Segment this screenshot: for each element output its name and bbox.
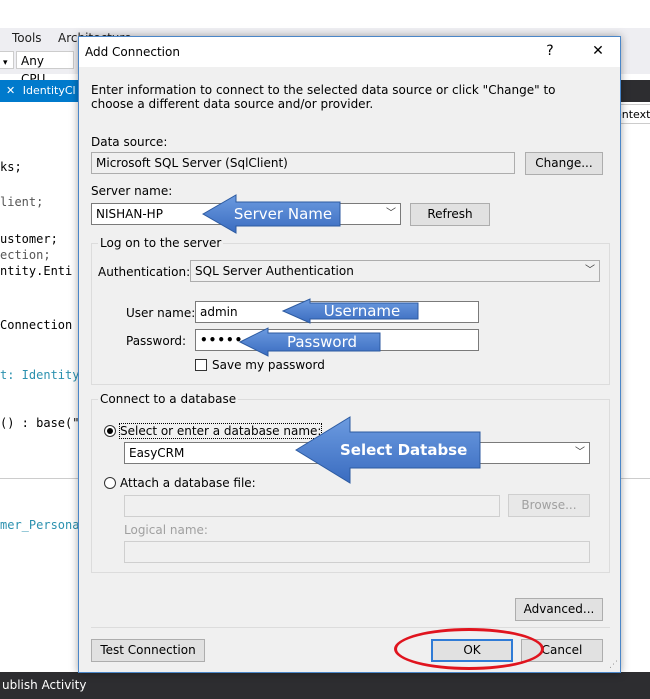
password-annotation: Password [286,333,358,351]
username-annotation: Username [323,302,401,320]
server-name-annotation: Server Name [233,205,333,223]
ok-highlight-ring [394,628,544,670]
database-annotation: Select Databse [340,441,468,459]
